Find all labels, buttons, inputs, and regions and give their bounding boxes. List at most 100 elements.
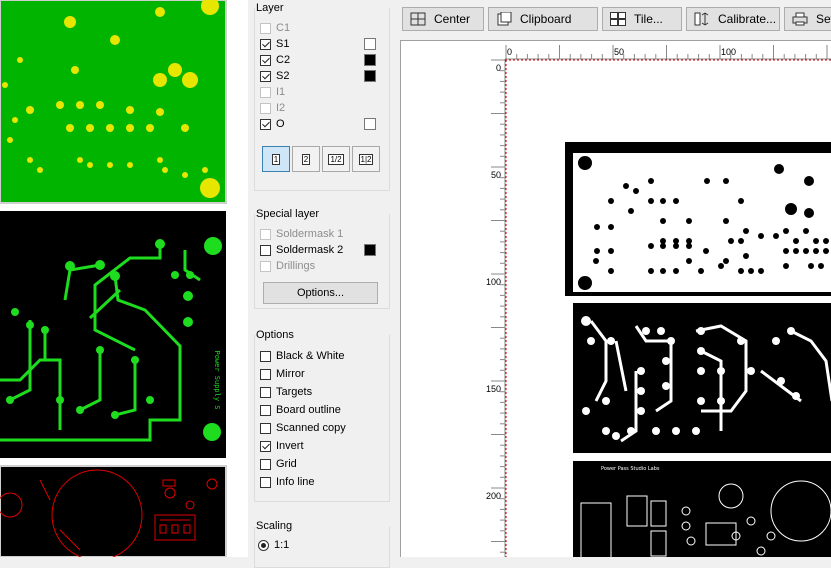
layer-row-2[interactable]: C2 bbox=[260, 52, 290, 68]
layer-row-checkbox-4[interactable] bbox=[260, 86, 271, 98]
page-button-1[interactable]: 1 bbox=[262, 146, 290, 172]
ruler-left-label-100: 100 bbox=[486, 277, 501, 287]
green-board bbox=[0, 0, 227, 204]
option-row-checkbox-4[interactable] bbox=[260, 422, 271, 434]
green-pad-17 bbox=[156, 108, 164, 116]
trace-pad-10 bbox=[637, 387, 645, 395]
layer-row-color-swatch-2[interactable] bbox=[364, 54, 376, 66]
trace-pad-1 bbox=[587, 337, 595, 345]
trace-pad-28 bbox=[672, 427, 680, 435]
center-button[interactable]: Center bbox=[402, 7, 484, 31]
trace-pad-24 bbox=[792, 392, 800, 400]
option-row-6[interactable]: Grid bbox=[260, 456, 297, 472]
special-layer-row-color-swatch-1[interactable] bbox=[364, 244, 376, 256]
option-row-label-5: Invert bbox=[276, 440, 304, 452]
layer-row-4[interactable]: I1 bbox=[260, 84, 285, 100]
layer-row-checkbox-6[interactable] bbox=[260, 118, 271, 130]
print-pad-31 bbox=[793, 238, 799, 244]
trace-pad-23 bbox=[777, 377, 785, 385]
page-button-stacked[interactable]: 1/2 bbox=[322, 146, 350, 172]
print-pad-56 bbox=[660, 268, 666, 274]
print-pad-8 bbox=[608, 224, 614, 230]
pcb-layout-canvas[interactable]: Power Supply S bbox=[0, 0, 248, 557]
special-layer-row-checkbox-2[interactable] bbox=[260, 260, 271, 272]
print-pad-22 bbox=[738, 198, 744, 204]
layer-row-5[interactable]: I2 bbox=[260, 100, 285, 116]
trace-pad-18 bbox=[717, 397, 725, 405]
green-pad-29 bbox=[107, 162, 113, 168]
option-row-7[interactable]: Info line bbox=[260, 474, 315, 490]
layer-row-color-swatch-3[interactable] bbox=[364, 70, 376, 82]
option-row-checkbox-0[interactable] bbox=[260, 350, 271, 362]
layer-row-color-swatch-1[interactable] bbox=[364, 38, 376, 50]
layer-row-label-0: C1 bbox=[276, 22, 291, 34]
special-layer-row-0[interactable]: Soldermask 1 bbox=[260, 226, 343, 242]
green-pad-33 bbox=[182, 172, 188, 178]
trace-pad-16 bbox=[697, 397, 705, 405]
calibrate-button[interactable]: Calibrate... bbox=[686, 7, 780, 31]
ruler-top-label-100: 100 bbox=[721, 47, 736, 57]
special-layer-row-checkbox-0[interactable] bbox=[260, 228, 271, 240]
print-preview[interactable]: 0 50 100 0 50 100 150 200 Power Pass Stu… bbox=[400, 40, 831, 557]
option-row-checkbox-2[interactable] bbox=[260, 386, 271, 398]
option-row-checkbox-5[interactable] bbox=[260, 440, 271, 452]
trace-pad-30 bbox=[582, 407, 590, 415]
option-row-checkbox-7[interactable] bbox=[260, 476, 271, 488]
clipboard-button[interactable]: Clipboard bbox=[488, 7, 598, 31]
options-button[interactable]: Options... bbox=[263, 282, 378, 304]
green-silkscreen-text: Power Supply S bbox=[213, 350, 221, 409]
trace-pad-15 bbox=[697, 367, 705, 375]
option-row-3[interactable]: Board outline bbox=[260, 402, 341, 418]
print-pad-46 bbox=[608, 198, 614, 204]
layer-row-color-swatch-6[interactable] bbox=[364, 118, 376, 130]
layer-row-checkbox-1[interactable] bbox=[260, 38, 271, 50]
special-layer-row-checkbox-1[interactable] bbox=[260, 244, 271, 256]
print-pad-62 bbox=[743, 253, 749, 259]
layer-row-checkbox-0[interactable] bbox=[260, 22, 271, 34]
layer-row-0[interactable]: C1 bbox=[260, 20, 290, 36]
option-row-label-0: Black & White bbox=[276, 350, 345, 362]
print-pad-1 bbox=[578, 276, 592, 290]
option-row-checkbox-3[interactable] bbox=[260, 404, 271, 416]
green-pad-9 bbox=[17, 57, 23, 63]
option-row-0[interactable]: Black & White bbox=[260, 348, 344, 364]
option-row-checkbox-6[interactable] bbox=[260, 458, 271, 470]
special-layer-row-1[interactable]: Soldermask 2 bbox=[260, 242, 343, 258]
layer-row-6[interactable]: O bbox=[260, 116, 285, 132]
print-pad-55 bbox=[648, 268, 654, 274]
print-pad-53 bbox=[758, 233, 764, 239]
option-row-checkbox-1[interactable] bbox=[260, 368, 271, 380]
trace-pad-5 bbox=[657, 327, 665, 335]
special-layer-row-label-1: Soldermask 2 bbox=[276, 244, 344, 256]
print-pad-48 bbox=[633, 188, 639, 194]
option-row-1[interactable]: Mirror bbox=[260, 366, 305, 382]
layer-row-checkbox-3[interactable] bbox=[260, 70, 271, 82]
print-preview-canvas[interactable]: 0 50 100 0 50 100 150 200 Power Pass Stu… bbox=[401, 41, 831, 557]
layer-row-checkbox-5[interactable] bbox=[260, 102, 271, 114]
print-pad-61 bbox=[818, 263, 824, 269]
page-button-2[interactable]: 2 bbox=[292, 146, 320, 172]
layer-row-1[interactable]: S1 bbox=[260, 36, 289, 52]
print-pad-42 bbox=[673, 243, 679, 249]
scaling-option-1-1[interactable]: 1:1 bbox=[258, 537, 289, 553]
green-pad-7 bbox=[182, 72, 198, 88]
layer-row-3[interactable]: S2 bbox=[260, 68, 289, 84]
green-pad-12 bbox=[12, 117, 18, 123]
option-row-2[interactable]: Targets bbox=[260, 384, 312, 400]
page-button-side-by-side[interactable]: 1|2 bbox=[352, 146, 380, 172]
preview-board-silk bbox=[573, 461, 831, 557]
green-pad-28 bbox=[87, 162, 93, 168]
layer-row-checkbox-2[interactable] bbox=[260, 54, 271, 66]
special-layer-row-2[interactable]: Drillings bbox=[260, 258, 315, 274]
option-row-4[interactable]: Scanned copy bbox=[260, 420, 346, 436]
scaling-radio-icon[interactable] bbox=[258, 539, 269, 551]
ruler-top-label-50: 50 bbox=[614, 47, 624, 57]
tile-button[interactable]: Tile... bbox=[602, 7, 682, 31]
setup-button[interactable]: Setup bbox=[784, 7, 831, 31]
option-row-5[interactable]: Invert bbox=[260, 438, 304, 454]
preview-toolbar: Center Clipboard Tile... Calibrate... Se… bbox=[396, 0, 831, 38]
pcb-layout-view[interactable]: Power Supply S bbox=[0, 0, 248, 557]
green-pad-13 bbox=[56, 101, 64, 109]
trace-pad-13 bbox=[697, 327, 705, 335]
print-pad-23 bbox=[723, 218, 729, 224]
